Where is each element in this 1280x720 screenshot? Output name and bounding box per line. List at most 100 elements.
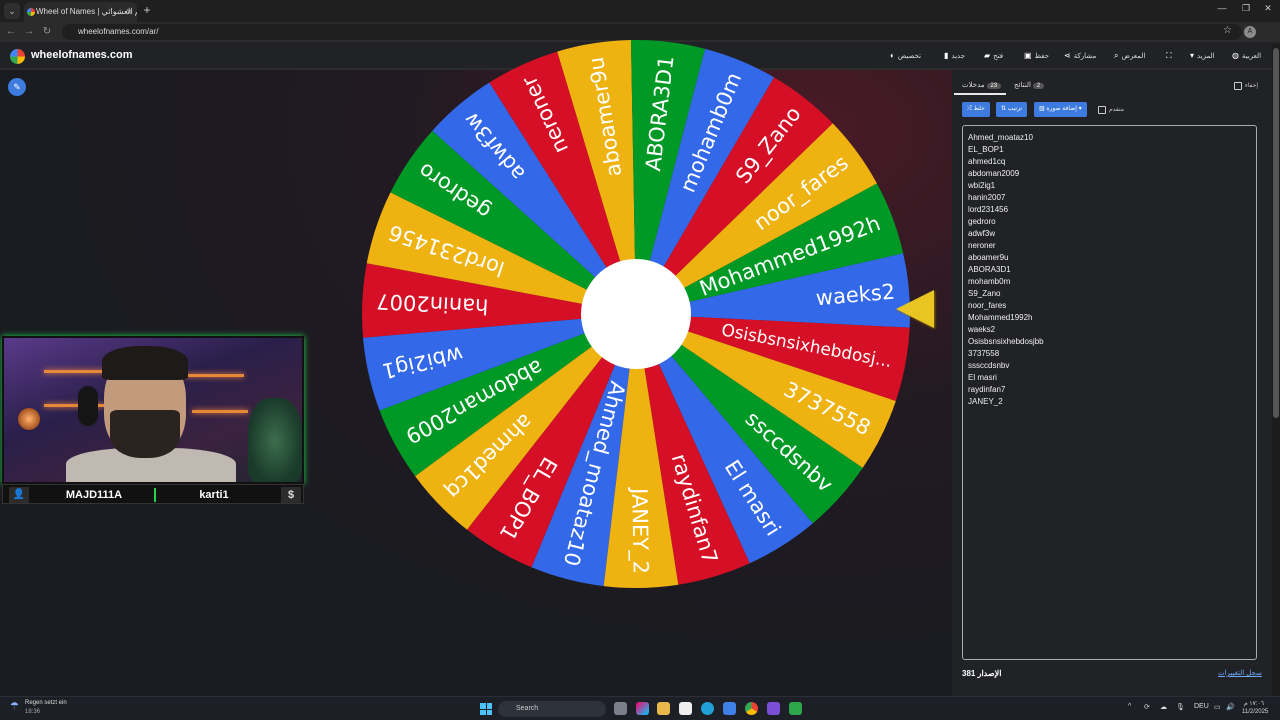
add-image-button[interactable]: ▨ إضافة صورة ▾ bbox=[1034, 102, 1087, 117]
hide-checkbox[interactable] bbox=[1234, 82, 1242, 90]
tab-search-icon[interactable]: ⌄ bbox=[4, 3, 20, 19]
menu-more[interactable]: ▾ المزيد bbox=[1190, 51, 1215, 60]
plant bbox=[248, 398, 302, 482]
entry-line[interactable]: S9_Zano bbox=[968, 288, 1251, 300]
entry-line[interactable]: Ahmed_moataz10 bbox=[968, 132, 1251, 144]
wheel-pointer-icon bbox=[896, 290, 934, 328]
sync-icon[interactable]: ⟳ bbox=[1144, 703, 1150, 711]
share-icon: ⋖ bbox=[1064, 51, 1071, 60]
shelf-light bbox=[184, 374, 244, 377]
tab-entries[interactable]: مدخلات 23 bbox=[962, 81, 1002, 89]
entry-line[interactable]: ABORA3D1 bbox=[968, 264, 1251, 276]
weather-text[interactable]: Regen setzt ein bbox=[25, 700, 67, 706]
obs-icon[interactable] bbox=[767, 702, 780, 715]
mic-icon[interactable]: 🎙 bbox=[1176, 703, 1185, 711]
entry-line[interactable]: Mohammed1992h bbox=[968, 312, 1251, 324]
back-icon[interactable]: ← bbox=[4, 25, 18, 39]
forward-icon[interactable]: → bbox=[22, 25, 36, 39]
site-favicon-icon bbox=[27, 8, 35, 16]
tray-chevron-icon[interactable]: ^ bbox=[1128, 703, 1131, 710]
entry-line[interactable]: raydinfan7 bbox=[968, 384, 1251, 396]
entry-line[interactable]: abdoman2009 bbox=[968, 168, 1251, 180]
wheel-of-names[interactable]: Ahmed_moataz10EL_BOP1ahmed1cqabdoman2009… bbox=[360, 38, 912, 590]
version-label: الإصدار 381 bbox=[962, 669, 1002, 678]
entry-line[interactable]: waeks2 bbox=[968, 324, 1251, 336]
app-icon[interactable] bbox=[789, 702, 802, 715]
clock-date[interactable]: 11/2/2025 bbox=[1242, 709, 1268, 715]
entry-line[interactable]: aboamer9u bbox=[968, 252, 1251, 264]
advanced-checkbox[interactable] bbox=[1098, 106, 1106, 114]
sort-button[interactable]: ⇅ ترتيب bbox=[996, 102, 1028, 117]
webcam-name-right: karti1 bbox=[199, 489, 229, 501]
file-explorer-icon[interactable] bbox=[657, 702, 670, 715]
fullscreen-icon: ⛶ bbox=[1166, 51, 1172, 60]
start-menu-icon[interactable] bbox=[480, 703, 492, 715]
edge-icon[interactable] bbox=[701, 702, 714, 715]
entry-line[interactable]: Osisbsnsixhebdosjbb bbox=[968, 336, 1251, 348]
mail-icon[interactable] bbox=[723, 702, 736, 715]
chevron-down-icon: ▾ bbox=[1076, 106, 1082, 112]
tab-results[interactable]: النتائج 2 bbox=[1014, 81, 1045, 89]
changelog-link[interactable]: سجل التغييرات bbox=[1218, 669, 1262, 677]
site-logo-icon[interactable] bbox=[10, 49, 25, 64]
entry-line[interactable]: mohamb0m bbox=[968, 276, 1251, 288]
globe-icon: ◍ bbox=[1232, 51, 1239, 60]
entry-line[interactable]: gedroro bbox=[968, 216, 1251, 228]
browser-tab[interactable]: Wheel of Names | الاسم العشوائي ✕ bbox=[24, 2, 137, 22]
lamp bbox=[18, 408, 40, 430]
save-icon: ▣ bbox=[1024, 51, 1032, 60]
language-indicator[interactable]: DEU bbox=[1194, 703, 1209, 710]
maximize-icon[interactable]: ❐ bbox=[1236, 3, 1256, 14]
new-tab-icon[interactable]: + bbox=[140, 3, 154, 17]
weather-rain-icon[interactable]: ☂ bbox=[10, 701, 19, 712]
site-name[interactable]: wheelofnames.com bbox=[31, 49, 132, 61]
close-tab-icon[interactable]: ✕ bbox=[125, 2, 133, 22]
entry-line[interactable]: neroner bbox=[968, 240, 1251, 252]
taskbar-search-input[interactable]: Search bbox=[498, 701, 606, 717]
entry-line[interactable]: 3737558 bbox=[968, 348, 1251, 360]
entry-line[interactable]: El masri bbox=[968, 372, 1251, 384]
webcam-name-left: MAJD111A bbox=[65, 489, 123, 501]
browser-tab-strip: ⌄ Wheel of Names | الاسم العشوائي ✕ + — … bbox=[0, 0, 1280, 22]
wheel-center[interactable] bbox=[581, 259, 691, 369]
task-view-icon[interactable] bbox=[614, 702, 627, 715]
copilot-icon[interactable] bbox=[636, 702, 649, 715]
entry-line[interactable]: hanin2007 bbox=[968, 192, 1251, 204]
menu-new[interactable]: ▮ جديد bbox=[944, 51, 965, 60]
entry-line[interactable]: ahmed1cq bbox=[968, 156, 1251, 168]
store-icon[interactable] bbox=[679, 702, 692, 715]
reload-icon[interactable]: ↻ bbox=[40, 25, 54, 39]
entry-line[interactable]: JANEY_2 bbox=[968, 396, 1251, 408]
entries-textarea[interactable]: Ahmed_moataz10 EL_BOP1 ahmed1cq abdoman2009… bbox=[962, 125, 1257, 660]
browser-tab-title: Wheel of Names | الاسم العشوائي bbox=[36, 7, 137, 16]
entry-line[interactable]: wbi2ig1 bbox=[968, 180, 1251, 192]
chrome-icon[interactable] bbox=[745, 702, 758, 715]
menu-save[interactable]: ▣ حفظ bbox=[1024, 51, 1049, 60]
menu-gallery[interactable]: ⌕ المعرض bbox=[1114, 51, 1145, 61]
entry-line[interactable]: EL_BOP1 bbox=[968, 144, 1251, 156]
page-scrollbar-thumb[interactable] bbox=[1273, 48, 1279, 418]
menu-language[interactable]: ◍ العربية bbox=[1232, 51, 1261, 60]
windows-taskbar: ☂ Regen setzt ein 18:36 ⌕ Search ^ ⟳ ☁ 🎙… bbox=[0, 696, 1280, 720]
menu-share[interactable]: ⋖ مشاركة bbox=[1064, 51, 1096, 60]
webcam-overlay: 👤 MAJD111A karti1 $ bbox=[2, 336, 304, 506]
person-icon: 👤 bbox=[9, 487, 29, 503]
entry-line[interactable]: adwf3w bbox=[968, 228, 1251, 240]
volume-icon[interactable]: 🔊 bbox=[1226, 703, 1235, 711]
tab-entries-underline bbox=[954, 93, 1006, 95]
close-window-icon[interactable]: ✕ bbox=[1258, 3, 1278, 14]
entry-line[interactable]: sssccdsnbv bbox=[968, 360, 1251, 372]
shuffle-button[interactable]: ⤮ خلط bbox=[962, 102, 990, 117]
bookmark-star-icon[interactable]: ☆ bbox=[1223, 25, 1232, 36]
profile-avatar[interactable]: A bbox=[1244, 26, 1256, 38]
entry-line[interactable]: noor_fares bbox=[968, 300, 1251, 312]
menu-open[interactable]: ▰ فتح bbox=[984, 51, 1003, 60]
cloud-icon[interactable]: ☁ bbox=[1160, 703, 1167, 711]
entry-line[interactable]: lord231456 bbox=[968, 204, 1251, 216]
fullscreen-button[interactable]: ⛶ bbox=[1166, 51, 1175, 61]
edit-pencil-icon[interactable]: ✎ bbox=[8, 78, 26, 96]
person-beard bbox=[110, 410, 180, 458]
minimize-icon[interactable]: — bbox=[1212, 3, 1232, 13]
network-icon[interactable]: ▭ bbox=[1214, 703, 1221, 711]
clock-time[interactable]: ١٧:٠٦ م bbox=[1244, 700, 1264, 707]
